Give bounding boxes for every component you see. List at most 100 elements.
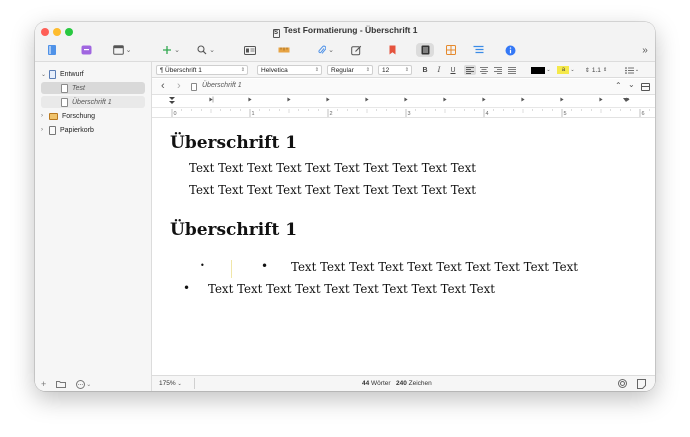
updown-arrows-icon: ⇕ <box>404 67 409 73</box>
add-document-button[interactable]: ⌄ <box>158 43 184 57</box>
editor-view-button[interactable] <box>416 43 434 57</box>
binder-item-entwurf[interactable]: ⌄ Entwurf <box>41 68 147 80</box>
line-spacing-button[interactable]: ⇕ 1.1 ⇕ <box>582 65 610 75</box>
highlight-color-button[interactable]: a ⌄ <box>556 65 576 75</box>
text-ruler[interactable]: 0 1 2 3 4 5 6 <box>152 95 655 118</box>
title-bar: S Test Formatierung - Überschrift 1 ⌄ ⌄ ⌄… <box>35 22 655 62</box>
toolbar-overflow-button[interactable]: » <box>639 43 651 57</box>
quick-reference-button[interactable] <box>79 43 93 57</box>
font-weight-select[interactable]: Regular ⇕ <box>327 65 373 75</box>
align-left-button[interactable] <box>464 65 476 75</box>
ruler-label: 2 <box>330 111 333 117</box>
font-weight-value: Regular <box>331 66 354 74</box>
disclosure-closed-icon[interactable]: › <box>41 113 49 119</box>
comments-button[interactable] <box>637 379 646 391</box>
target-button[interactable] <box>618 379 627 390</box>
outliner-view-button[interactable] <box>471 43 485 57</box>
corkboard-view-button[interactable] <box>444 43 458 57</box>
list-style-button[interactable]: ⌄ <box>622 65 642 75</box>
target-icon <box>618 379 627 388</box>
chevron-down-icon: ⌄ <box>174 47 180 54</box>
paragraph-style-icon: ¶ <box>160 67 164 74</box>
binder-item-ueberschrift[interactable]: Überschrift 1 <box>41 96 145 108</box>
updown-arrows-icon: ⇕ <box>314 67 319 73</box>
word-char-count[interactable]: 44 Wörter 240 Zeichen <box>362 380 432 387</box>
heading-2: Überschrift 1 <box>170 220 298 240</box>
bold-button[interactable]: B <box>420 65 430 75</box>
sidebar-footer: + ⌄ <box>35 377 152 391</box>
bullet-marker: • <box>183 281 191 295</box>
document-icon <box>61 83 68 93</box>
updown-arrows-icon: ⇕ <box>365 67 370 73</box>
plus-icon <box>163 46 172 54</box>
bulleted-list-icon <box>625 66 634 74</box>
font-size-select[interactable]: 12 ⇕ <box>378 65 412 75</box>
chevron-down-icon: ⌄ <box>634 67 640 73</box>
search-button[interactable]: ⌄ <box>193 43 219 57</box>
view-mode-button[interactable]: ⌄ <box>109 43 135 57</box>
next-document-button[interactable]: ⌄ <box>628 80 635 89</box>
font-family-select[interactable]: Helvetica ⇕ <box>257 65 322 75</box>
editor-path-title: Überschrift 1 <box>202 82 242 89</box>
paragraph-style-select[interactable]: ¶ Überschrift 1 ⇕ <box>156 65 248 75</box>
ruler-toggle-button[interactable] <box>277 43 291 57</box>
binder-sidebar: ⌄ Entwurf Test Überschrift 1 › Forschung… <box>35 62 152 391</box>
zoom-select[interactable]: 175% ⌄ <box>159 380 182 387</box>
paragraph-line-1: Text Text Text Text Text Text Text Text … <box>189 161 477 175</box>
layout-icon <box>112 45 124 55</box>
line-spacing-value: 1.1 <box>591 66 601 74</box>
binder-item-papierkorb[interactable]: › Papierkorb <box>41 124 147 136</box>
binder-item-forschung[interactable]: › Forschung <box>41 110 147 122</box>
text-color-button[interactable]: ⌄ <box>530 65 552 75</box>
font-family-value: Helvetica <box>261 66 288 74</box>
ruler-graphic[interactable]: 0 1 2 3 4 5 6 <box>152 95 655 118</box>
italic-button[interactable]: I <box>434 65 444 75</box>
ellipsis-circle-icon <box>76 379 86 389</box>
inspector-cards-button[interactable] <box>243 43 257 57</box>
previous-document-button[interactable]: ⌃ <box>615 81 622 90</box>
bookmark-button[interactable] <box>385 43 399 57</box>
history-back-button[interactable]: ‹ <box>161 80 165 92</box>
binder-toggle-button[interactable] <box>45 43 59 57</box>
underline-button[interactable]: U <box>448 65 458 75</box>
binder-item-label: Entwurf <box>60 70 84 78</box>
empty-bullet: • <box>200 261 205 270</box>
status-bar: 175% ⌄ 44 Wörter 240 Zeichen <box>152 375 655 391</box>
compose-button[interactable] <box>349 43 363 57</box>
ruler-label: 5 <box>564 111 567 117</box>
cards-icon <box>244 45 256 55</box>
word-count-value: 44 <box>362 380 370 387</box>
disclosure-closed-icon[interactable]: › <box>41 127 49 133</box>
disclosure-open-icon[interactable]: ⌄ <box>41 71 49 78</box>
binder-icon <box>48 45 56 55</box>
inspector-button[interactable] <box>503 43 517 57</box>
more-options-button[interactable]: ⌄ <box>76 379 91 389</box>
outliner-icon <box>473 45 483 54</box>
add-item-button[interactable]: + <box>41 379 46 389</box>
binder-item-label: Forschung <box>62 112 96 120</box>
align-justify-icon <box>508 66 516 74</box>
document-small-icon <box>191 83 197 91</box>
align-right-button[interactable] <box>492 65 504 75</box>
align-center-button[interactable] <box>478 65 490 75</box>
binder-item-label: Überschrift 1 <box>72 98 112 106</box>
split-editor-button[interactable] <box>641 83 650 91</box>
chevron-down-icon: ⌄ <box>546 67 551 73</box>
char-count-value: 240 <box>395 380 407 387</box>
attachment-button[interactable]: ⌄ <box>313 43 339 57</box>
history-forward-button[interactable]: › <box>177 80 181 92</box>
editor-text-area[interactable]: Überschrift 1 Text Text Text Text Text T… <box>152 118 655 375</box>
ruler-label: 1 <box>252 111 255 117</box>
text-color-swatch <box>531 66 546 74</box>
binder-item-test[interactable]: Test <box>41 82 145 94</box>
chevron-down-icon: ⌄ <box>209 47 215 54</box>
align-justify-button[interactable] <box>506 65 518 75</box>
tab-stop-marker <box>365 97 369 102</box>
bullet-item-1: Text Text Text Text Text Text Text Text … <box>291 260 579 274</box>
tab-stop-marker <box>248 97 252 102</box>
add-folder-icon[interactable] <box>56 380 67 388</box>
tab-stop-marker <box>209 97 213 102</box>
tab-stop-marker <box>443 97 447 102</box>
tab-stop-marker <box>482 97 486 102</box>
trash-icon <box>49 125 56 135</box>
